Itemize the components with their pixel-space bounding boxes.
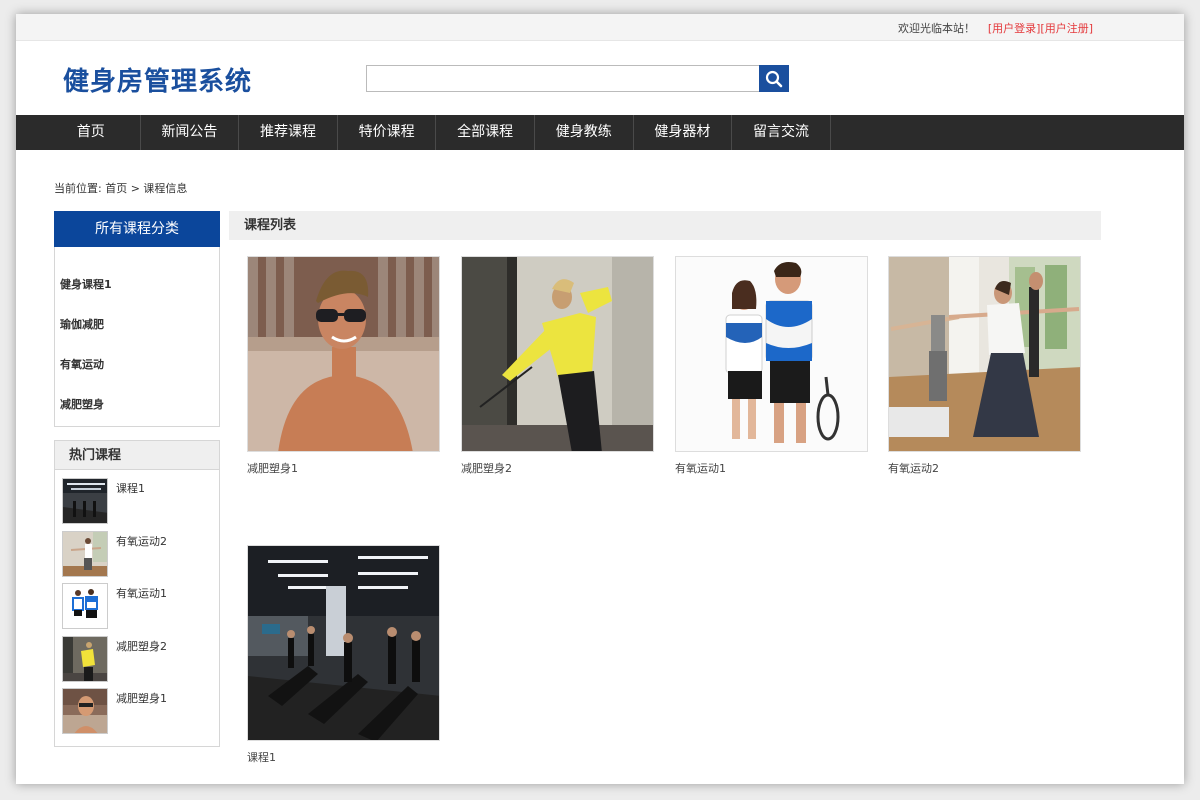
nav-item-coaches[interactable]: 健身教练 xyxy=(535,115,634,150)
hot-courses-title: 热门课程 xyxy=(55,441,219,470)
header: 健身房管理系统 xyxy=(16,41,1184,115)
nav-item-messages[interactable]: 留言交流 xyxy=(732,115,831,150)
hot-course-label[interactable]: 课程1 xyxy=(116,480,145,496)
course-title[interactable]: 有氧运动1 xyxy=(675,460,868,476)
course-card[interactable]: 有氧运动1 xyxy=(675,256,868,476)
course-image[interactable] xyxy=(247,545,440,741)
hot-course-label[interactable]: 减肥塑身1 xyxy=(116,690,167,706)
hot-courses-panel: 热门课程 课程1 有氧运动2 有氧运动1 减肥塑身2 减肥塑身1 xyxy=(54,440,220,747)
course-card[interactable]: 减肥塑身2 xyxy=(461,256,654,476)
category-panel-title: 所有课程分类 xyxy=(54,211,220,247)
hot-course-label[interactable]: 减肥塑身2 xyxy=(116,638,167,654)
welcome-text: 欢迎光临本站！ xyxy=(898,22,975,35)
course-thumbnail[interactable] xyxy=(62,583,108,629)
nav-item-special[interactable]: 特价课程 xyxy=(338,115,437,150)
course-card[interactable]: 课程1 xyxy=(247,545,440,765)
course-title[interactable]: 减肥塑身2 xyxy=(461,460,654,476)
hot-course-label[interactable]: 有氧运动1 xyxy=(116,585,167,601)
sidebar: 所有课程分类 健身课程1 瑜伽减肥 有氧运动 减肥塑身 热门课程 课程1 有氧运… xyxy=(54,211,220,747)
site-logo[interactable]: 健身房管理系统 xyxy=(63,61,252,98)
category-item[interactable]: 健身课程1 xyxy=(55,265,219,305)
breadcrumb: 当前位置: 首页 > 课程信息 xyxy=(54,182,188,195)
nav-item-recommended[interactable]: 推荐课程 xyxy=(239,115,338,150)
course-image[interactable] xyxy=(888,256,1081,452)
hot-course-item[interactable]: 减肥塑身1 xyxy=(62,686,219,739)
course-title[interactable]: 有氧运动2 xyxy=(888,460,1081,476)
course-image[interactable] xyxy=(461,256,654,452)
register-link[interactable]: [用户注册] xyxy=(1040,22,1093,35)
auth-links: [用户登录][用户注册] xyxy=(988,20,1093,36)
course-thumbnail[interactable] xyxy=(62,530,108,577)
nav-item-home[interactable]: 首页 xyxy=(42,115,141,150)
course-card[interactable]: 减肥塑身1 xyxy=(247,256,440,476)
hot-course-item[interactable]: 课程1 xyxy=(62,476,219,529)
course-image[interactable] xyxy=(247,256,440,452)
course-list-title: 课程列表 xyxy=(229,211,1101,240)
main-nav: 首页 新闻公告 推荐课程 特价课程 全部课程 健身教练 健身器材 留言交流 xyxy=(16,115,1184,150)
login-link[interactable]: [用户登录] xyxy=(988,22,1041,35)
course-list-panel: 课程列表 减肥塑身1 减肥塑身2 有氧运动1 有氧运动2 课程1 xyxy=(229,211,1101,764)
category-item[interactable]: 有氧运动 xyxy=(55,345,219,385)
course-thumbnail[interactable] xyxy=(62,478,108,524)
course-thumbnail[interactable] xyxy=(62,635,108,682)
category-item[interactable]: 瑜伽减肥 xyxy=(55,305,219,345)
search-icon xyxy=(765,70,783,87)
nav-item-equipment[interactable]: 健身器材 xyxy=(634,115,733,150)
search-input[interactable] xyxy=(366,65,760,92)
hot-course-label[interactable]: 有氧运动2 xyxy=(116,533,167,549)
nav-item-all-courses[interactable]: 全部课程 xyxy=(436,115,535,150)
hot-course-item[interactable]: 减肥塑身2 xyxy=(62,634,219,687)
browser-page: 欢迎光临本站！ [用户登录][用户注册] 健身房管理系统 首页 新闻公告 推荐课… xyxy=(16,14,1184,784)
course-title[interactable]: 课程1 xyxy=(247,749,440,765)
category-panel: 所有课程分类 健身课程1 瑜伽减肥 有氧运动 减肥塑身 xyxy=(54,211,220,427)
category-item[interactable]: 减肥塑身 xyxy=(55,385,219,425)
nav-item-news[interactable]: 新闻公告 xyxy=(141,115,240,150)
course-card[interactable]: 有氧运动2 xyxy=(888,256,1081,476)
hot-course-item[interactable]: 有氧运动2 xyxy=(62,529,219,582)
course-title[interactable]: 减肥塑身1 xyxy=(247,460,440,476)
hot-course-item[interactable]: 有氧运动1 xyxy=(62,581,219,634)
course-image[interactable] xyxy=(675,256,868,452)
search-button[interactable] xyxy=(759,65,789,92)
top-bar: 欢迎光临本站！ [用户登录][用户注册] xyxy=(16,14,1184,41)
course-thumbnail[interactable] xyxy=(62,688,108,734)
